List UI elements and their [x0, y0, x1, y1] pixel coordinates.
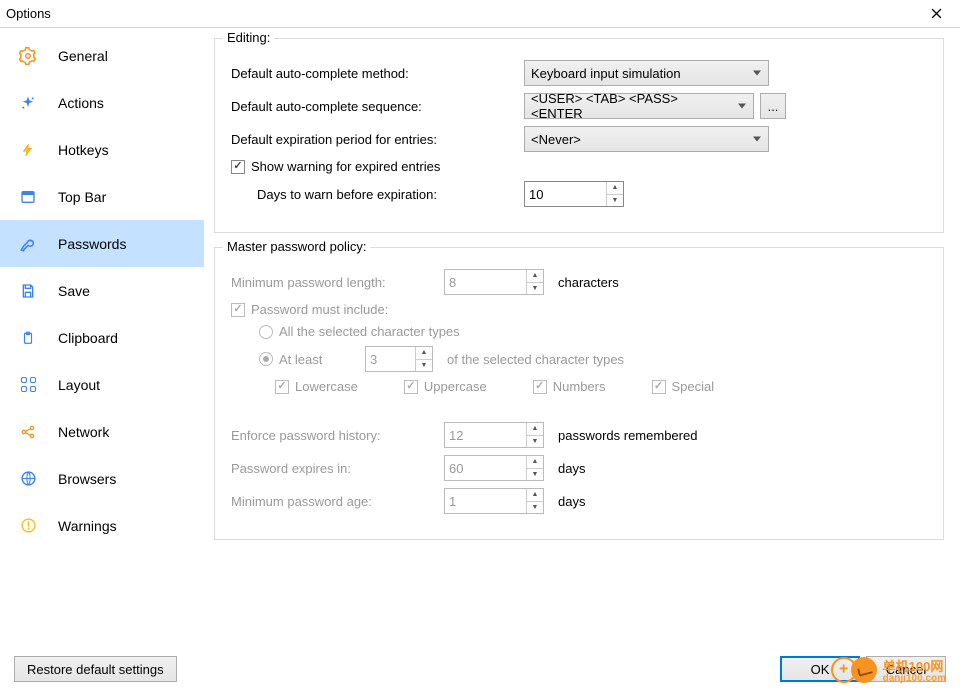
spinner-up[interactable]: ▲ [607, 182, 623, 195]
sidebar-item-label: Network [58, 424, 109, 440]
must-include-label: Password must include: [251, 302, 388, 317]
sidebar-item-label: Save [58, 283, 90, 299]
window-title: Options [6, 6, 918, 21]
sidebar-item-hotkeys[interactable]: Hotkeys [0, 126, 204, 173]
expires-spinner[interactable]: 60 ▲▼ [444, 455, 544, 481]
sidebar-item-save[interactable]: Save [0, 267, 204, 314]
history-suffix: passwords remembered [558, 428, 697, 443]
must-include-checkbox[interactable] [231, 303, 245, 317]
save-icon [18, 281, 38, 301]
min-age-spinner[interactable]: 1 ▲▼ [444, 488, 544, 514]
sidebar-item-passwords[interactable]: Passwords [0, 220, 204, 267]
lightning-icon [18, 140, 38, 160]
min-length-spinner[interactable]: 8 ▲▼ [444, 269, 544, 295]
sidebar-item-label: Layout [58, 377, 100, 393]
content: Editing: Default auto-complete method: K… [204, 28, 960, 644]
days-warn-spinner[interactable]: 10 ▲▼ [524, 181, 624, 207]
all-types-radio[interactable] [259, 325, 273, 339]
policy-group: Master password policy: Minimum password… [214, 247, 944, 540]
auto-complete-sequence-select[interactable]: <USER> <TAB> <PASS> <ENTER [524, 93, 754, 119]
titlebar: Options [0, 0, 960, 28]
sidebar-item-actions[interactable]: Actions [0, 79, 204, 126]
min-age-label: Minimum password age: [229, 494, 444, 509]
warning-icon [18, 516, 38, 536]
sidebar-item-browsers[interactable]: Browsers [0, 455, 204, 502]
topbar-icon [18, 187, 38, 207]
numbers-label: Numbers [553, 379, 606, 394]
close-icon [931, 8, 942, 19]
layout-icon [18, 375, 38, 395]
editing-group: Editing: Default auto-complete method: K… [214, 38, 944, 233]
close-button[interactable] [918, 4, 954, 24]
at-least-spinner[interactable]: 3 ▲▼ [365, 346, 433, 372]
show-warning-checkbox[interactable] [231, 160, 245, 174]
sidebar-item-warnings[interactable]: Warnings [0, 502, 204, 549]
sidebar-item-label: Browsers [58, 471, 116, 487]
lowercase-label: Lowercase [295, 379, 358, 394]
spinner-up[interactable]: ▲ [416, 347, 432, 360]
default-expiration-label: Default expiration period for entries: [229, 132, 524, 147]
spinner-down[interactable]: ▼ [527, 436, 543, 448]
show-warning-label: Show warning for expired entries [251, 159, 440, 174]
uppercase-checkbox[interactable] [404, 380, 418, 394]
expires-label: Password expires in: [229, 461, 444, 476]
sparkle-icon [18, 93, 38, 113]
at-least-label: At least [279, 352, 365, 367]
sidebar-item-general[interactable]: General [0, 32, 204, 79]
sidebar-item-label: Warnings [58, 518, 117, 534]
spinner-down[interactable]: ▼ [527, 283, 543, 295]
sequence-ellipsis-button[interactable]: ... [760, 93, 786, 119]
history-label: Enforce password history: [229, 428, 444, 443]
auto-complete-method-select[interactable]: Keyboard input simulation [524, 60, 769, 86]
sidebar-item-clipboard[interactable]: Clipboard [0, 314, 204, 361]
history-spinner[interactable]: 12 ▲▼ [444, 422, 544, 448]
auto-complete-sequence-label: Default auto-complete sequence: [229, 99, 524, 114]
restore-defaults-button[interactable]: Restore default settings [14, 656, 177, 682]
sidebar-item-layout[interactable]: Layout [0, 361, 204, 408]
sidebar-item-label: Clipboard [58, 330, 118, 346]
clipboard-icon [18, 328, 38, 348]
min-age-suffix: days [558, 494, 585, 509]
spinner-down[interactable]: ▼ [527, 502, 543, 514]
editing-legend: Editing: [223, 30, 274, 45]
numbers-checkbox[interactable] [533, 380, 547, 394]
uppercase-label: Uppercase [424, 379, 487, 394]
ok-button[interactable]: OK [780, 656, 860, 682]
spinner-down[interactable]: ▼ [607, 195, 623, 207]
expires-suffix: days [558, 461, 585, 476]
sidebar-item-label: Top Bar [58, 189, 106, 205]
spinner-up[interactable]: ▲ [527, 270, 543, 283]
footer: Restore default settings OK Cancel [0, 644, 960, 694]
sidebar-item-label: Hotkeys [58, 142, 109, 158]
sidebar-item-label: Passwords [58, 236, 126, 252]
sidebar-item-label: General [58, 48, 108, 64]
sidebar-item-network[interactable]: Network [0, 408, 204, 455]
spinner-up[interactable]: ▲ [527, 456, 543, 469]
policy-legend: Master password policy: [223, 239, 370, 254]
auto-complete-method-label: Default auto-complete method: [229, 66, 524, 81]
globe-icon [18, 469, 38, 489]
sidebar-item-label: Actions [58, 95, 104, 111]
share-icon [18, 422, 38, 442]
at-least-radio[interactable] [259, 352, 273, 366]
spinner-down[interactable]: ▼ [416, 360, 432, 372]
spinner-up[interactable]: ▲ [527, 423, 543, 436]
gear-icon [18, 46, 38, 66]
default-expiration-select[interactable]: <Never> [524, 126, 769, 152]
lowercase-checkbox[interactable] [275, 380, 289, 394]
sidebar: General Actions Hotkeys Top Bar Password… [0, 28, 204, 644]
spinner-down[interactable]: ▼ [527, 469, 543, 481]
at-least-suffix: of the selected character types [447, 352, 624, 367]
sidebar-item-topbar[interactable]: Top Bar [0, 173, 204, 220]
special-checkbox[interactable] [652, 380, 666, 394]
days-warn-label: Days to warn before expiration: [255, 187, 524, 202]
all-types-label: All the selected character types [279, 324, 460, 339]
min-length-label: Minimum password length: [229, 275, 444, 290]
characters-suffix: characters [558, 275, 619, 290]
spinner-up[interactable]: ▲ [527, 489, 543, 502]
key-icon [18, 234, 38, 254]
special-label: Special [672, 379, 715, 394]
cancel-button[interactable]: Cancel [866, 656, 946, 682]
